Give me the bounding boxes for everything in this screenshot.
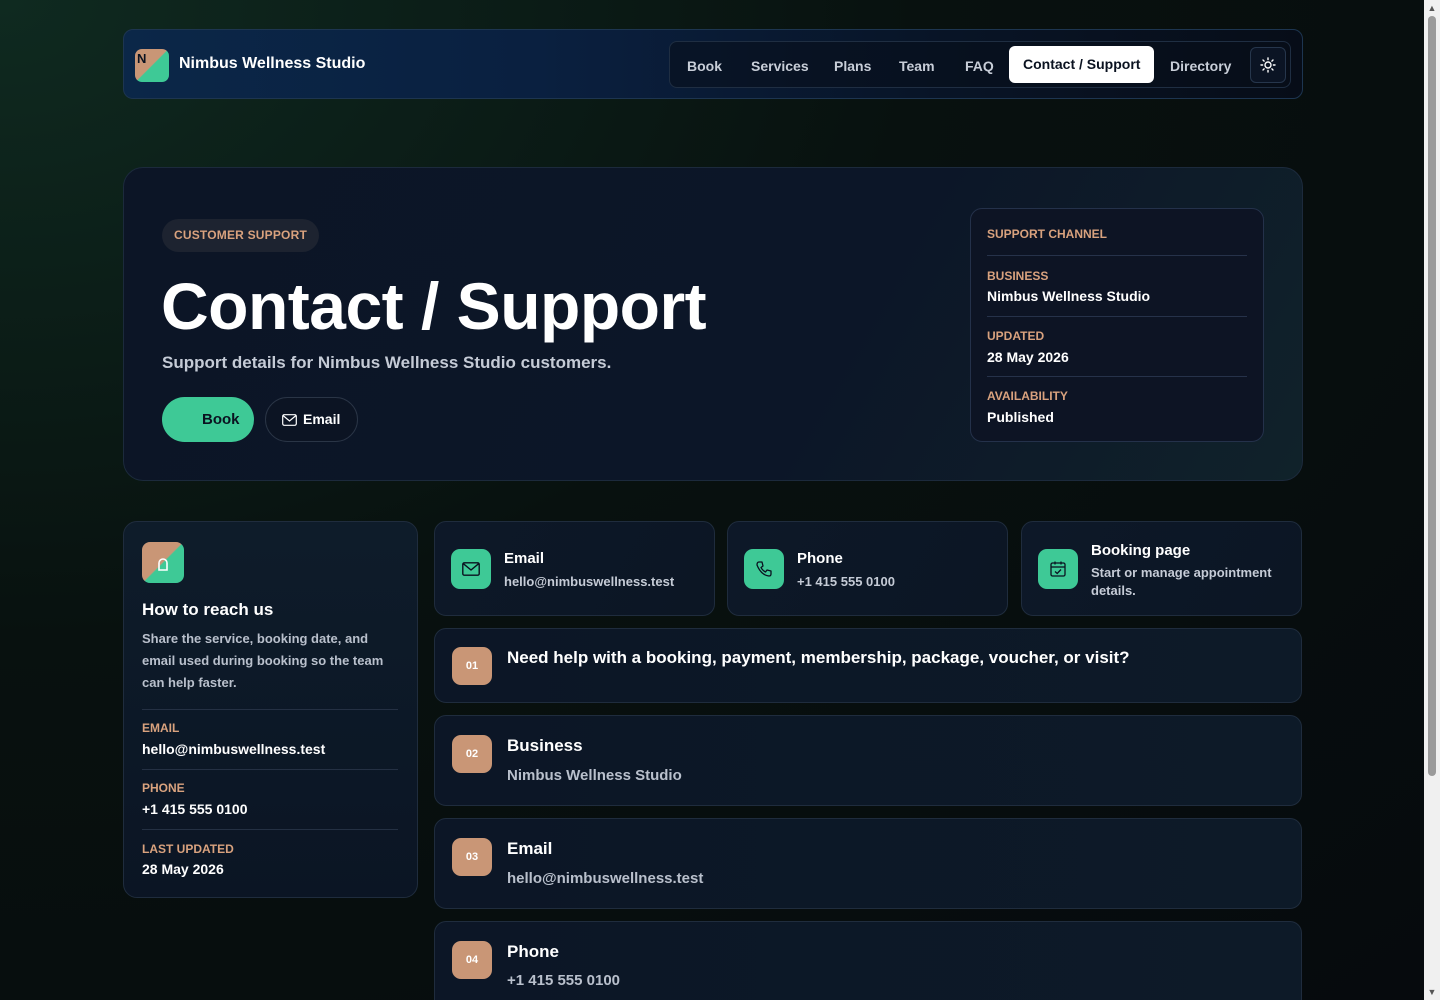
divider bbox=[142, 769, 398, 770]
email-method-card[interactable]: Email hello@nimbuswellness.test bbox=[434, 521, 715, 616]
divider bbox=[987, 255, 1247, 256]
scroll-up-arrow-icon[interactable]: ▲ bbox=[1424, 0, 1440, 16]
section-pill: CUSTOMER SUPPORT bbox=[162, 219, 319, 252]
sun-icon bbox=[1260, 57, 1276, 73]
channel-updated-value: 28 May 2026 bbox=[987, 349, 1069, 365]
support-row[interactable]: 04 Phone +1 415 555 0100 bbox=[434, 921, 1302, 1000]
row-title: Business bbox=[507, 736, 583, 755]
nav-plans[interactable]: Plans bbox=[834, 58, 871, 74]
nav-services[interactable]: Services bbox=[751, 58, 809, 74]
reach-updated-value: 28 May 2026 bbox=[142, 861, 224, 877]
reach-updated-label: LAST UPDATED bbox=[142, 842, 234, 856]
reach-title: How to reach us bbox=[142, 600, 274, 619]
method-email-title: Email bbox=[504, 550, 545, 567]
brand-logo[interactable]: N bbox=[135, 49, 169, 82]
page-subtitle: Support details for Nimbus Wellness Stud… bbox=[162, 353, 612, 372]
book-button[interactable]: Book bbox=[162, 397, 254, 442]
channel-business-label: BUSINESS bbox=[987, 269, 1049, 283]
email-button-label: Email bbox=[303, 411, 341, 427]
support-row[interactable]: 01 Need help with a booking, payment, me… bbox=[434, 628, 1302, 703]
phone-icon bbox=[744, 549, 784, 589]
nav-book[interactable]: Book bbox=[687, 58, 722, 74]
divider bbox=[987, 316, 1247, 317]
mail-icon bbox=[451, 549, 491, 589]
method-email-value: hello@nimbuswellness.test bbox=[504, 574, 675, 589]
phone-method-card[interactable]: Phone +1 415 555 0100 bbox=[727, 521, 1008, 616]
nav-faq[interactable]: FAQ bbox=[965, 58, 994, 74]
vertical-scrollbar[interactable]: ▲ ▼ bbox=[1424, 0, 1440, 1000]
row-title: Need help with a booking, payment, membe… bbox=[507, 648, 1130, 667]
divider bbox=[142, 709, 398, 710]
mail-icon bbox=[282, 414, 297, 426]
row-number: 03 bbox=[452, 838, 492, 876]
hero-section: CUSTOMER SUPPORT Contact / Support Suppo… bbox=[123, 167, 1303, 481]
row-number: 02 bbox=[452, 735, 492, 773]
theme-toggle-button[interactable] bbox=[1250, 47, 1286, 83]
channel-availability-label: AVAILABILITY bbox=[987, 389, 1068, 403]
row-value: Nimbus Wellness Studio bbox=[507, 767, 682, 784]
scroll-down-arrow-icon[interactable]: ▼ bbox=[1424, 984, 1440, 1000]
page-title: Contact / Support bbox=[161, 269, 707, 343]
main-nav: Book Services Plans Team FAQ Contact / S… bbox=[669, 41, 1291, 88]
method-phone-value: +1 415 555 0100 bbox=[797, 574, 895, 589]
channel-business-value: Nimbus Wellness Studio bbox=[987, 288, 1151, 304]
channel-availability-value: Published bbox=[987, 409, 1054, 425]
nav-team[interactable]: Team bbox=[899, 58, 935, 74]
channel-updated-label: UPDATED bbox=[987, 329, 1045, 343]
divider bbox=[987, 376, 1247, 377]
row-number: 01 bbox=[452, 647, 492, 685]
calendar-icon bbox=[1038, 549, 1078, 589]
scrollbar-thumb[interactable] bbox=[1428, 16, 1436, 776]
divider bbox=[142, 829, 398, 830]
method-phone-title: Phone bbox=[797, 550, 843, 567]
reach-email-value[interactable]: hello@nimbuswellness.test bbox=[142, 741, 325, 757]
row-value: +1 415 555 0100 bbox=[507, 972, 621, 989]
brand-name[interactable]: Nimbus Wellness Studio bbox=[179, 55, 365, 73]
support-row[interactable]: 03 Email hello@nimbuswellness.test bbox=[434, 818, 1302, 909]
reach-phone-label: PHONE bbox=[142, 781, 185, 795]
row-title: Email bbox=[507, 839, 553, 858]
reach-email-label: EMAIL bbox=[142, 721, 180, 735]
nav-directory[interactable]: Directory bbox=[1170, 58, 1231, 74]
row-value: hello@nimbuswellness.test bbox=[507, 870, 704, 887]
booking-page-method-card[interactable]: Booking page Start or manage appointment… bbox=[1021, 521, 1302, 616]
support-row[interactable]: 02 Business Nimbus Wellness Studio bbox=[434, 715, 1302, 806]
method-booking-title: Booking page bbox=[1091, 542, 1191, 559]
site-header: N Nimbus Wellness Studio Book Services P… bbox=[123, 29, 1303, 99]
method-booking-value: Start or manage appointment details. bbox=[1091, 565, 1272, 598]
row-title: Phone bbox=[507, 942, 559, 961]
contact-support-page: N Nimbus Wellness Studio Book Services P… bbox=[0, 0, 1424, 1000]
email-button[interactable]: Email bbox=[265, 397, 358, 442]
nav-contact-support[interactable]: Contact / Support bbox=[1009, 46, 1155, 83]
support-icon bbox=[142, 542, 184, 583]
support-channel-heading: SUPPORT CHANNEL bbox=[987, 227, 1108, 241]
logo-letter: N bbox=[137, 51, 147, 66]
reach-description: Share the service, booking date, and ema… bbox=[142, 631, 384, 690]
support-channel-card: SUPPORT CHANNEL BUSINESS Nimbus Wellness… bbox=[970, 208, 1264, 442]
row-number: 04 bbox=[452, 941, 492, 979]
reach-phone-value[interactable]: +1 415 555 0100 bbox=[142, 801, 248, 817]
how-to-reach-card: How to reach us Share the service, booki… bbox=[123, 521, 418, 898]
